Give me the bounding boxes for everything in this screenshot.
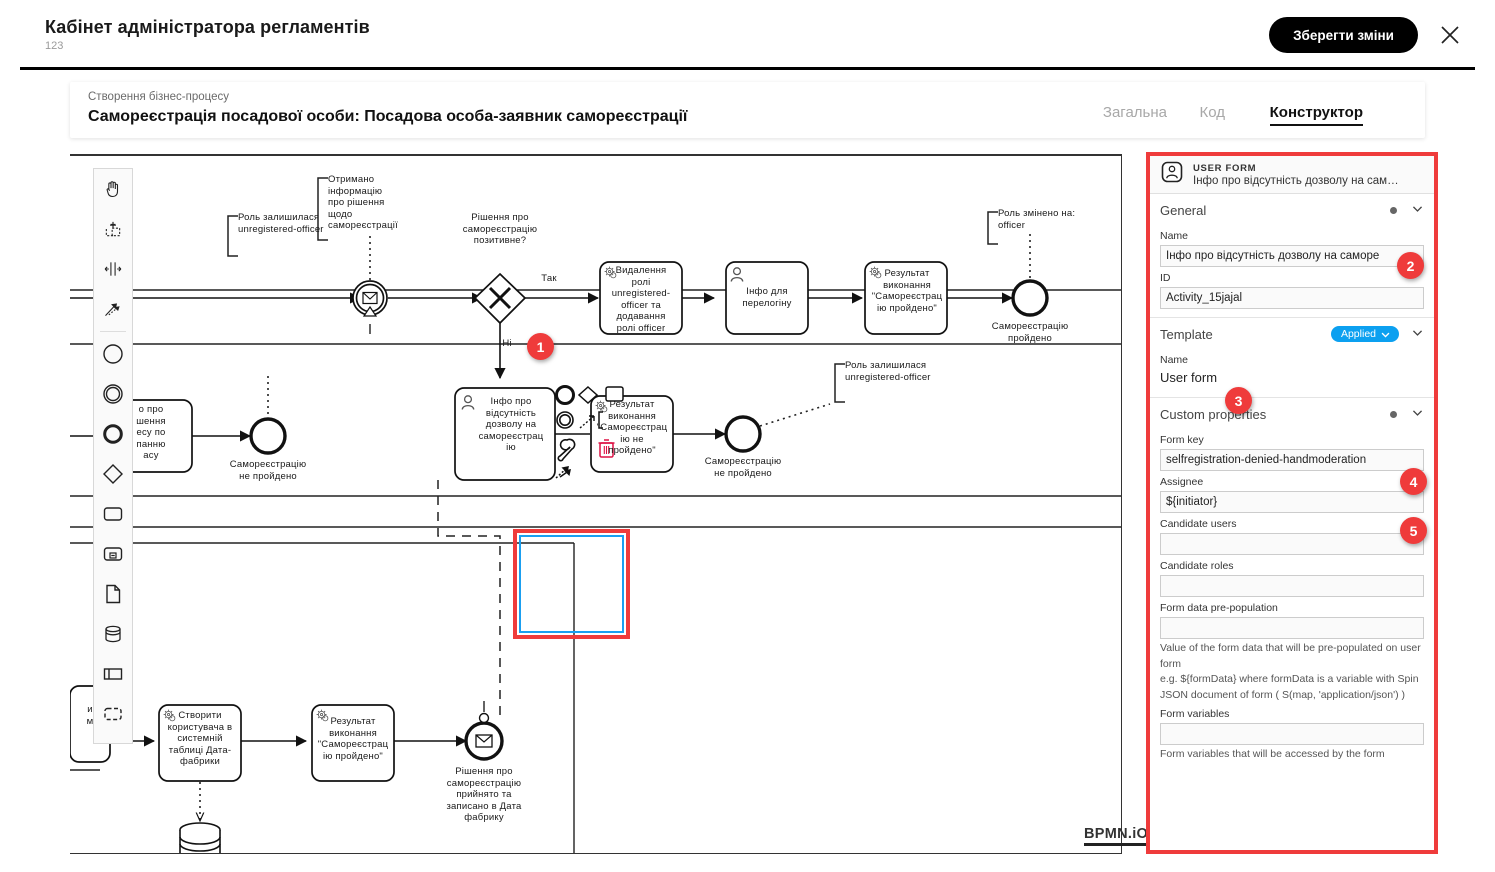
end-event-passed-right-label: Самореєстрацію пройдено xyxy=(991,321,1069,344)
id-field[interactable] xyxy=(1160,287,1424,309)
group-body-general: Name ID xyxy=(1150,230,1434,317)
flow-label-no: Ні xyxy=(502,338,512,349)
task-icon[interactable] xyxy=(94,494,132,534)
template-applied-badge[interactable]: Applied xyxy=(1330,326,1399,342)
task-result-passed-bottom-label: Результат виконання "Самореєстрац ію пройде… xyxy=(317,716,389,762)
gateway-icon[interactable] xyxy=(94,454,132,494)
end-event-decision-recorded-label: Рішення про самореєстрацію прийнято та запи… xyxy=(446,766,522,823)
form-variables-help: Form variables that will be accessed by … xyxy=(1160,748,1385,760)
candidate-roles-label: Candidate roles xyxy=(1160,560,1234,572)
group-header-template[interactable]: Template Applied xyxy=(1150,317,1434,349)
name-field[interactable] xyxy=(1160,245,1424,267)
group-title-template: Template xyxy=(1160,326,1213,342)
element-name-label: Інфо про відсутність дозволу на сам… xyxy=(1193,174,1399,187)
lasso-tool-icon[interactable] xyxy=(94,209,132,249)
assignee-field[interactable] xyxy=(1160,491,1424,513)
data-store-icon[interactable] xyxy=(94,614,132,654)
page-subtitle: 123 xyxy=(45,40,64,52)
tab-general[interactable]: Загальна xyxy=(1103,104,1167,121)
form-data-prepopulation-label: Form data pre-population xyxy=(1160,602,1278,614)
end-event-icon[interactable] xyxy=(94,414,132,454)
data-object-icon[interactable] xyxy=(94,574,132,614)
candidate-roles-field[interactable] xyxy=(1160,575,1424,597)
palette-divider xyxy=(100,331,126,332)
task-result-not-passed-label: Результат виконання "Самореєстрац ію не прой… xyxy=(596,399,668,456)
user-form-icon xyxy=(1160,160,1184,189)
form-key-field[interactable] xyxy=(1160,449,1424,471)
tab-code[interactable]: Код xyxy=(1199,104,1225,121)
properties-header: USER FORM Інфо про відсутність дозволу н… xyxy=(1150,156,1434,194)
connect-tool-icon[interactable] xyxy=(94,289,132,329)
task-result-passed-top-label: Результат виконання "Самореєстрац ію пройде… xyxy=(871,268,943,314)
name-label: Name xyxy=(1160,230,1189,242)
participant-icon[interactable] xyxy=(94,654,132,694)
group-icon[interactable] xyxy=(94,694,132,734)
form-data-prepopulation-field[interactable] xyxy=(1160,617,1424,639)
group-title-general: General xyxy=(1160,202,1207,218)
intermediate-event-icon[interactable] xyxy=(94,374,132,414)
form-variables-field[interactable] xyxy=(1160,723,1424,745)
id-label: ID xyxy=(1160,272,1171,284)
chevron-down-icon[interactable] xyxy=(1411,406,1424,422)
candidate-users-field[interactable] xyxy=(1160,533,1424,555)
candidate-users-label: Candidate users xyxy=(1160,518,1237,530)
task-remove-role-label: Видалення ролі unregistered-officer та дода… xyxy=(611,265,671,334)
annotation-role-stayed-left: Роль залишилася unregistered-officer xyxy=(238,212,324,235)
element-type-label: USER FORM xyxy=(1193,162,1257,174)
top-header: Кабінет адміністратора регламентів 123 З… xyxy=(0,0,1495,70)
subheader-card: Створення бізнес-процесу Самореєстрація … xyxy=(70,82,1425,138)
group-header-general[interactable]: General xyxy=(1150,194,1434,225)
space-tool-icon[interactable] xyxy=(94,249,132,289)
annotation-role-changed: Роль змінено на: officer xyxy=(998,208,1076,231)
step-marker-5: 5 xyxy=(1400,517,1427,544)
selection-highlight-blue xyxy=(519,535,624,633)
subprocess-icon[interactable] xyxy=(94,534,132,574)
form-variables-label: Form variables xyxy=(1160,708,1230,720)
task-info-relogin-label: Інфо для перелогіну xyxy=(742,286,792,309)
breadcrumb: Створення бізнес-процесу xyxy=(88,91,229,103)
group-body-custom-properties: Form key Assignee Candidate users Candid… xyxy=(1150,434,1434,771)
group-body-template: Name User form xyxy=(1150,354,1434,397)
step-marker-4: 4 xyxy=(1400,468,1427,495)
step-marker-3: 3 xyxy=(1225,387,1252,414)
step-marker-1: 1 xyxy=(527,333,554,360)
flow-label-yes: Так xyxy=(541,273,557,284)
group-status-dot xyxy=(1390,206,1397,214)
start-event-icon[interactable] xyxy=(94,334,132,374)
group-header-custom-properties[interactable]: Custom properties xyxy=(1150,397,1434,429)
template-name-value: User form xyxy=(1160,370,1218,385)
hand-tool-icon[interactable] xyxy=(94,169,132,209)
task-info-denied-label: Інфо про відсутність дозволу на самореєстра… xyxy=(478,396,544,453)
group-status-dot xyxy=(1390,410,1397,418)
gateway-question-label: Рішення про самореєстрацію позитивне? xyxy=(462,212,538,246)
applied-badge-label: Applied xyxy=(1340,328,1376,340)
group-title-custom: Custom properties xyxy=(1160,406,1267,422)
end-event-not-passed-mid-label: Самореєстрацію не пройдено xyxy=(704,456,782,479)
task-create-user-label: Створити користувача в системній таблиці Да… xyxy=(167,710,233,767)
page-title: Кабінет адміністратора регламентів xyxy=(45,17,370,37)
step-marker-2: 2 xyxy=(1397,252,1424,279)
form-key-label: Form key xyxy=(1160,434,1204,446)
bpmn-palette[interactable] xyxy=(93,168,133,744)
application-root: Кабінет адміністратора регламентів 123 З… xyxy=(0,0,1495,872)
tab-constructor[interactable]: Конструктор xyxy=(1269,104,1363,126)
properties-panel: USER FORM Інфо про відсутність дозволу н… xyxy=(1146,152,1438,854)
header-divider xyxy=(20,67,1475,70)
annotation-role-stayed-right: Роль залишилася unregistered-officer xyxy=(845,360,931,383)
process-title: Самореєстрація посадової особи: Посадова… xyxy=(88,108,688,125)
save-button[interactable]: Зберегти зміни xyxy=(1269,17,1418,53)
bpmnio-watermark: BPMN.iO xyxy=(1084,826,1149,846)
close-icon[interactable] xyxy=(1437,22,1463,48)
chevron-down-icon[interactable] xyxy=(1411,326,1424,342)
template-name-label: Name xyxy=(1160,354,1189,366)
chevron-down-icon[interactable] xyxy=(1411,202,1424,218)
end-event-not-passed-left-label: Самореєстрацію не пройдено xyxy=(229,459,307,482)
assignee-label: Assignee xyxy=(1160,476,1204,488)
bpmn-canvas[interactable]: Отримано інформацію про рішення щодо самореє… xyxy=(70,154,1122,854)
form-data-prepopulation-help: Value of the form data that will be pre-… xyxy=(1160,642,1421,701)
